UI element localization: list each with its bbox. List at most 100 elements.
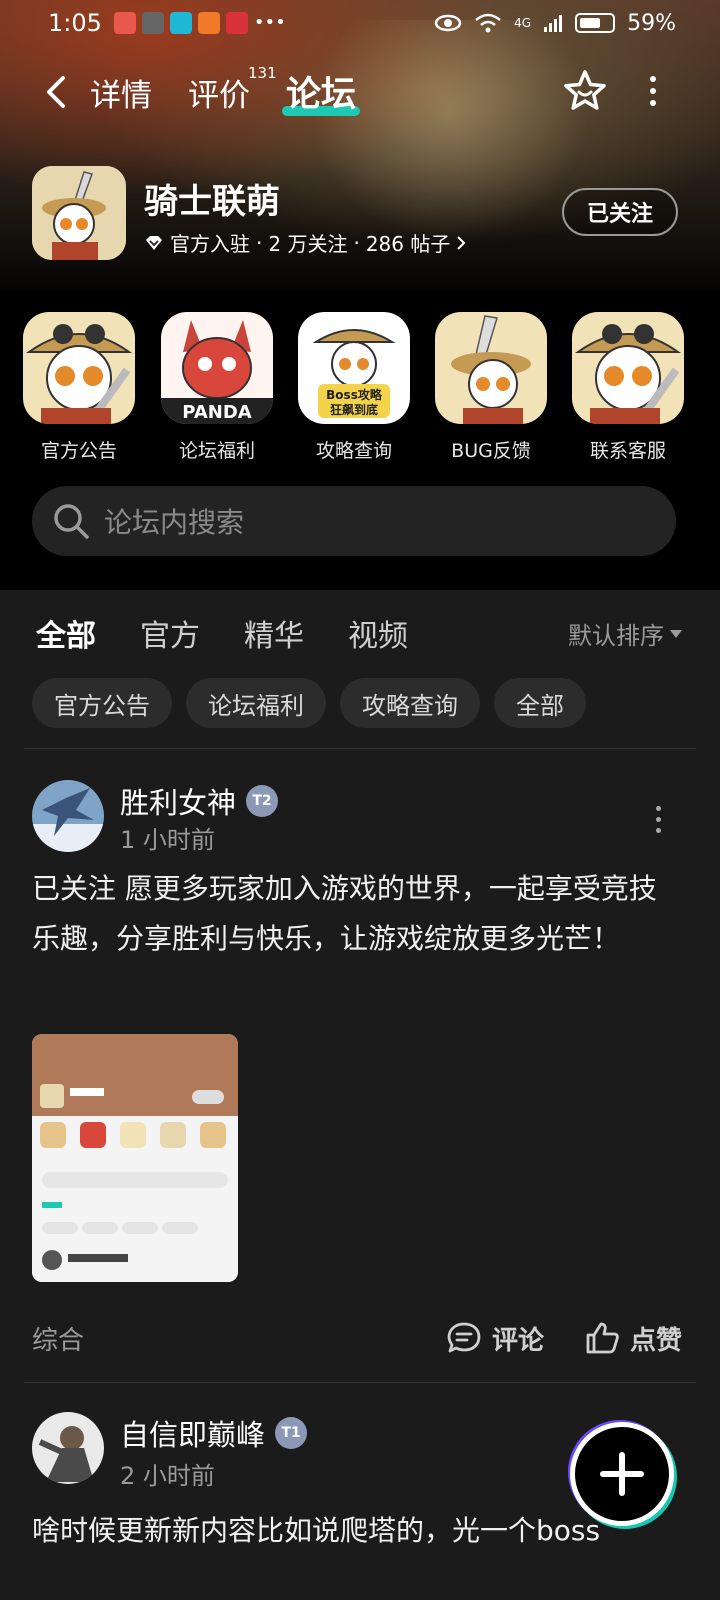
like-label: 点赞: [629, 1325, 682, 1356]
category-chips: 官方公告 论坛福利 攻略查询 全部: [32, 678, 586, 728]
separator-dot: ·: [353, 230, 360, 255]
reviews-count-badge: 131: [248, 64, 277, 82]
feed-filter-tabs: 全部 官方 精华 视频: [36, 608, 452, 658]
svg-text:PANDA: PANDA: [182, 402, 251, 423]
chip-official-announcement[interactable]: 官方公告: [32, 678, 172, 728]
level-number: 2: [261, 793, 272, 809]
author-name: 胜利女神: [120, 786, 237, 820]
more-options-button[interactable]: [638, 68, 668, 114]
feed-tab-label: 全部: [36, 619, 96, 654]
shortcut-label: 官方公告: [40, 440, 117, 462]
shortcut-bug-report[interactable]: BUG反馈: [435, 312, 547, 463]
feed-tab-video[interactable]: 视频: [348, 611, 408, 655]
shortcut-official-announcement[interactable]: 官方公告: [23, 312, 135, 463]
plus-icon: [600, 1452, 644, 1496]
game-app-icon: [197, 12, 220, 34]
search-placeholder: 论坛内搜索: [104, 506, 245, 539]
top-navigation: 详情 评价 131 论坛: [0, 60, 720, 124]
panda-knight-icon: [32, 166, 126, 260]
shortcut-label: 联系客服: [589, 440, 666, 462]
network-type-label: 4G: [514, 16, 532, 30]
favorite-button[interactable]: [562, 68, 608, 114]
red-app-icon: [225, 12, 248, 34]
panda-dragon-icon: PANDA: [161, 312, 273, 424]
feed-tab-all[interactable]: 全部: [36, 611, 96, 655]
chip-guide-search[interactable]: 攻略查询: [340, 678, 480, 728]
signal-icon: [544, 15, 563, 32]
avatar[interactable]: [32, 780, 104, 852]
boss-guide-icon: Boss攻略 狂飙到底: [298, 312, 410, 424]
shortcut-label: BUG反馈: [451, 440, 531, 462]
shortcut-label: 攻略查询: [315, 440, 392, 462]
create-post-button[interactable]: [570, 1422, 674, 1526]
status-time: 1:05: [48, 9, 102, 37]
status-indicators: 4G 59%: [434, 11, 676, 36]
game-icon[interactable]: [32, 166, 126, 260]
shopping-app-icon: [113, 12, 136, 34]
eye-icon: [434, 14, 462, 32]
wifi-icon: [475, 13, 501, 33]
separator-dot: ·: [256, 230, 263, 255]
svg-text:狂飙到底: 狂飙到底: [330, 402, 378, 417]
official-label: 官方入驻: [170, 232, 250, 256]
chip-forum-welfare[interactable]: 论坛福利: [186, 678, 326, 728]
post-author[interactable]: 胜利女神 T2: [120, 780, 279, 822]
feed-tab-official[interactable]: 官方: [140, 611, 200, 655]
shortcut-label: 论坛福利: [178, 440, 255, 462]
tab-reviews[interactable]: 评价: [188, 70, 250, 115]
comment-icon: [447, 1322, 481, 1353]
post-image-thumbnail[interactable]: [32, 1034, 238, 1282]
tab-details[interactable]: 详情: [90, 70, 152, 115]
game-info: 骑士联萌 官方入驻 · 2 万关注 · 286 帖子 已关注: [32, 166, 692, 262]
level-number: 1: [290, 1425, 301, 1441]
shortcut-forum-welfare[interactable]: PANDA 论坛福利: [161, 312, 273, 463]
sort-dropdown[interactable]: 默认排序: [568, 616, 682, 651]
comment-button[interactable]: 评论: [446, 1320, 544, 1357]
panda-knight-icon: [23, 312, 135, 424]
post-content[interactable]: 已关注 愿更多玩家加入游戏的世界，一起享受竞技乐趣，分享胜利与快乐，让游戏绽放更…: [32, 864, 682, 964]
post-category: 综合: [32, 1325, 85, 1356]
search-icon: [54, 504, 89, 539]
status-bar: 1:05 ••• 4G 59%: [0, 0, 720, 46]
sort-label: 默认排序: [568, 622, 664, 650]
post-time: 2 小时前: [120, 1462, 215, 1490]
like-button[interactable]: 点赞: [584, 1320, 682, 1357]
diamond-icon: [146, 235, 162, 250]
feed-tab-featured[interactable]: 精华: [244, 611, 304, 655]
shortcut-guide-search[interactable]: Boss攻略 狂飙到底 攻略查询: [298, 312, 410, 463]
post-content[interactable]: 啥时候更新新内容比如说爬塔的，光一个boss: [32, 1506, 682, 1556]
forum-search-input[interactable]: 论坛内搜索: [32, 486, 676, 556]
level-badge-icon: T2: [246, 785, 279, 817]
followers-count: 2 万关注: [268, 232, 348, 256]
game-header-banner: 1:05 ••• 4G 59% 详情 评价 131 论坛 骑士联萌 官方入驻 ·…: [0, 0, 720, 290]
taptap-icon: [169, 12, 192, 34]
notification-icons: •••: [113, 12, 286, 34]
post-author[interactable]: 自信即巅峰 T1: [120, 1412, 308, 1454]
follow-button[interactable]: 已关注: [562, 188, 678, 236]
forum-shortcuts: 官方公告 PANDA 论坛福利 Boss攻略 狂飙到底 攻略查询 BUG反馈 联系…: [0, 290, 720, 590]
divider: [24, 748, 696, 749]
game-title: 骑士联萌: [144, 182, 280, 222]
battery-icon: [575, 13, 616, 33]
chip-all[interactable]: 全部: [494, 678, 586, 728]
post-more-button[interactable]: [656, 806, 664, 833]
wechat-icon: [141, 12, 164, 34]
tab-forum[interactable]: 论坛: [286, 66, 356, 117]
avatar[interactable]: [32, 1412, 104, 1484]
back-button[interactable]: [36, 70, 76, 114]
post-footer: 综合 评论 点赞: [32, 1318, 682, 1358]
chevron-left-icon: [47, 76, 65, 108]
panda-sword-icon: [435, 312, 547, 424]
author-name: 自信即巅峰: [120, 1418, 266, 1452]
posts-count: 286 帖子: [365, 232, 451, 256]
level-badge-icon: T1: [275, 1417, 308, 1449]
more-notifications-icon: •••: [253, 12, 286, 33]
shortcut-customer-service[interactable]: 联系客服: [572, 312, 684, 463]
panda-knight-icon: [572, 312, 684, 424]
divider: [24, 1382, 696, 1383]
caret-down-icon: [670, 629, 682, 638]
battery-percent: 59%: [627, 10, 676, 36]
chevron-right-icon: [457, 235, 466, 250]
star-icon: [564, 70, 606, 110]
game-stats[interactable]: 官方入驻 · 2 万关注 · 286 帖子: [144, 228, 466, 257]
